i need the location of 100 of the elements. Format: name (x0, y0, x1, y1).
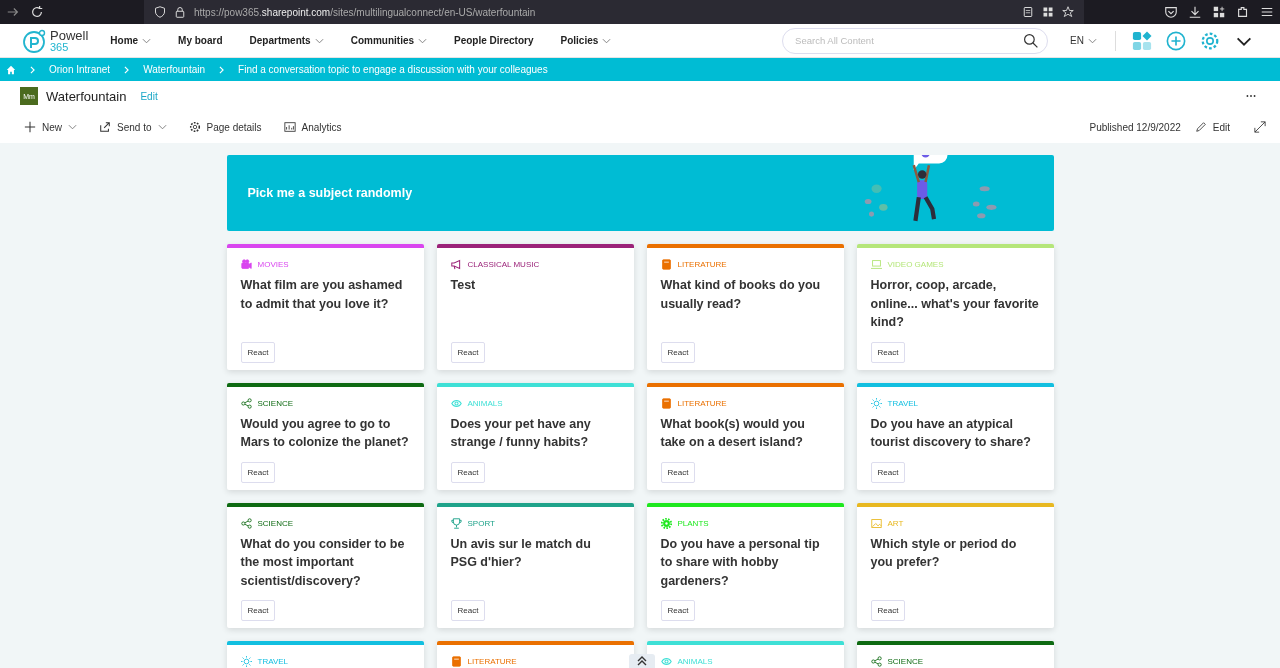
chevron-down-icon (142, 37, 152, 44)
plus-icon (24, 121, 36, 133)
download-icon[interactable] (1188, 5, 1202, 19)
expand-icon[interactable] (1254, 121, 1266, 133)
question-text: Do you have a personal tip to share with hobby gardeners? (660, 535, 821, 590)
react-button[interactable]: React (870, 461, 906, 483)
chevron-down-icon (1088, 37, 1097, 44)
question-text: Horror, coop, arcade, online... what's your favorite kind? (870, 277, 1040, 331)
eye-icon (450, 397, 462, 409)
share-icon (240, 517, 252, 529)
grid-icon[interactable] (1212, 5, 1226, 19)
topic-card[interactable]: SCIENCE (856, 641, 1054, 668)
topic-card[interactable]: LITERATURE What kind of books do you usually read? React (646, 244, 844, 370)
react-button[interactable]: React (450, 461, 486, 483)
chevron-down-icon (602, 37, 612, 44)
category-label: SCIENCE (887, 657, 924, 666)
published-date: Published 12/9/2022 (1089, 121, 1181, 133)
pocket-icon[interactable] (1164, 5, 1178, 19)
chevron-down-icon (157, 124, 167, 130)
forward-icon[interactable] (6, 5, 20, 19)
command-button[interactable]: Send to (97, 119, 169, 135)
page-title: Waterfountain (46, 88, 127, 104)
category-label: ANIMALS (467, 398, 503, 408)
topic-card[interactable]: SCIENCE What do you consider to be the most important scientist/discovery? React (226, 502, 424, 628)
logo-name: Powell (50, 28, 89, 42)
laptop-icon (870, 259, 882, 270)
category-label: MOVIES (257, 260, 289, 269)
category-label: TRAVEL (887, 398, 919, 408)
topic-card[interactable]: CLASSICAL MUSIC Test React (436, 244, 634, 370)
reload-icon[interactable] (30, 5, 44, 19)
category-label: SCIENCE (257, 398, 294, 408)
question-text: What book(s) would you take on a desert island? (660, 415, 806, 451)
question-text: Do you have an atypical tourist discovery to share? (870, 415, 1032, 451)
topic-card[interactable]: ANIMALS Does your pet have any strange / funny habits? React (436, 382, 634, 490)
topic-card[interactable]: TRAVEL Do you have an atypical tourist discovery to share? React (856, 382, 1054, 490)
more-icon[interactable] (1246, 94, 1256, 98)
logo-number: 365 (50, 41, 70, 53)
nav-link[interactable]: Departments (249, 35, 324, 46)
nav-link[interactable]: People Directory (454, 35, 534, 46)
book-icon (450, 656, 462, 667)
scroll-to-top-button[interactable] (629, 654, 655, 668)
command-button[interactable]: Page details (186, 119, 264, 135)
topic-card[interactable]: SPORT Un avis sur le match du PSG d'hier? React (436, 502, 634, 628)
category-label: LITERATURE (677, 260, 727, 269)
gear-icon (188, 121, 201, 133)
pencil-icon (1194, 121, 1207, 133)
double-chevron-up-icon (636, 655, 648, 667)
react-button[interactable]: React (660, 341, 696, 363)
category-label: CLASSICAL MUSIC (467, 260, 540, 269)
puzzle-icon[interactable] (1236, 5, 1250, 19)
nav-link[interactable]: My board (178, 35, 223, 46)
nav-link[interactable]: Home (110, 35, 152, 46)
address-bar[interactable]: https://pow365.sharepoint.com/sites/multilingualconnect/en-US/waterfountain (144, 0, 1084, 24)
search-icon[interactable] (1023, 32, 1040, 49)
category-label: LITERATURE (677, 398, 727, 408)
react-button[interactable]: React (870, 341, 906, 363)
question-text: Test (450, 277, 477, 294)
category-label: ANIMALS (677, 657, 713, 666)
edit-button[interactable]: Edit (1192, 119, 1232, 135)
nav-link[interactable]: Communities (350, 35, 428, 46)
command-button[interactable]: New (22, 119, 79, 135)
category-label: LITERATURE (467, 657, 517, 666)
share-icon (240, 397, 252, 409)
category-label: SPORT (467, 518, 495, 528)
menu-icon[interactable] (1260, 5, 1274, 19)
url-text: https://pow365.sharepoint.com/sites/multilingualconnect/en-US/waterfountain (194, 6, 536, 18)
language-selector[interactable]: EN (1070, 35, 1097, 46)
topic-card[interactable]: SCIENCE Would you agree to go to Mars to colonize the planet? React (226, 382, 424, 490)
topic-card[interactable]: MOVIES What film are you ashamed to admit that you love it? React (226, 244, 424, 370)
topic-card[interactable]: LITERATURE What book(s) would you take on a desert island? React (646, 382, 844, 490)
trophy-icon (450, 517, 462, 529)
react-button[interactable]: React (660, 600, 696, 621)
topic-card[interactable]: PLANTS Do you have a personal tip to share with hobby gardeners? React (646, 502, 844, 628)
react-button[interactable]: React (240, 600, 276, 621)
qr-icon[interactable] (1042, 6, 1054, 18)
react-button[interactable]: React (240, 341, 276, 363)
nav-link[interactable]: Policies (560, 35, 612, 46)
topic-card[interactable]: ART Which style or period do you prefer? React (856, 502, 1054, 628)
book-icon (660, 259, 672, 270)
image-icon (870, 517, 882, 529)
chevron-right-icon (124, 65, 130, 74)
react-button[interactable]: React (660, 461, 696, 483)
chevron-down-icon (314, 37, 324, 44)
star-icon[interactable] (1062, 6, 1074, 18)
sun-icon (240, 656, 252, 667)
reader-icon[interactable] (1022, 6, 1034, 18)
react-button[interactable]: React (240, 461, 276, 483)
react-button[interactable]: React (450, 341, 486, 363)
megaphone-icon (450, 259, 462, 270)
gear-icon (660, 517, 672, 529)
command-button[interactable]: Analytics (281, 119, 344, 135)
chevron-down-icon (68, 124, 77, 130)
share-icon (99, 121, 111, 133)
react-button[interactable]: React (870, 600, 906, 621)
question-text: What do you consider to be the most important scientist/discovery? (240, 535, 406, 590)
react-button[interactable]: React (450, 600, 486, 621)
question-text: What film are you ashamed to admit that you love it? (240, 277, 404, 313)
eye-icon (660, 656, 672, 667)
topic-card[interactable]: VIDEO GAMES Horror, coop, arcade, online... what's your favorite kind? React (856, 244, 1054, 370)
category-label: TRAVEL (257, 657, 289, 666)
